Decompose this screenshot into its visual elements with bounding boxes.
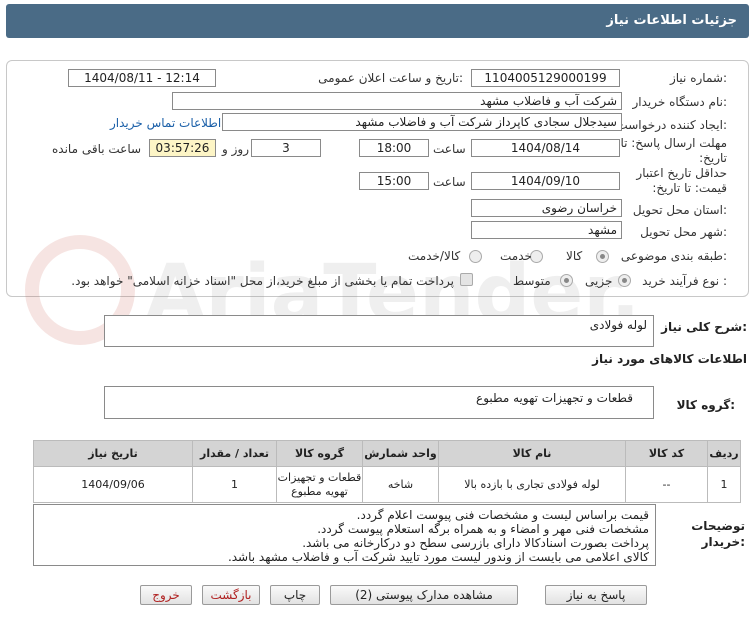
buyer-note-line: پرداخت بصورت اسنادکالا دارای بازرسی سطح … (302, 536, 649, 550)
attachments-button[interactable]: مشاهده مدارک پیوستی (2) (330, 585, 518, 605)
reply-date-field: 1404/08/14 (471, 139, 620, 157)
validity-time-field: 15:00 (359, 172, 429, 190)
category-option-goods: کالا (566, 249, 583, 263)
cell-date: 1404/09/06 (33, 466, 193, 503)
need-number-field: 1104005129000199 (471, 69, 620, 87)
remaining-time-field: 03:57:26 (149, 139, 216, 157)
validity-time-label: ساعت (433, 175, 466, 189)
validity-label: حداقل تاریخ اعتبار قیمت: تا تاریخ: (636, 166, 727, 195)
reply-time-field: 18:00 (359, 139, 429, 157)
payment-note: پرداخت تمام یا بخشی از مبلغ خرید،از محل … (71, 274, 454, 288)
cell-unit: شاخه (362, 466, 439, 503)
treasury-checkbox[interactable] (460, 273, 473, 286)
col-header-name: نام کالا (438, 440, 626, 467)
buyer-org-field: شرکت آب و فاضلاب مشهد (172, 92, 622, 110)
reply-button[interactable]: پاسخ به نیاز (545, 585, 647, 605)
back-button[interactable]: بازگشت (202, 585, 260, 605)
process-option-medium: متوسط (513, 274, 551, 288)
cell-name: لوله فولادی تجاری با بازده بالا (438, 466, 626, 503)
category-radio-goods[interactable] (596, 250, 609, 263)
col-header-group: گروه کالا (276, 440, 363, 467)
province-label: استان محل تحویل: (632, 203, 727, 217)
process-radio-minor[interactable] (618, 274, 631, 287)
category-radio-service[interactable] (530, 250, 543, 263)
validity-date-field: 1404/09/10 (471, 172, 620, 190)
col-header-qty: تعداد / مقدار (192, 440, 277, 467)
buyer-org-label: نام دستگاه خریدار: (632, 95, 728, 109)
exit-button[interactable]: خروج (140, 585, 192, 605)
province-field: خراسان رضوی (471, 199, 622, 217)
city-label: شهر محل تحویل: (640, 225, 727, 239)
goods-group-label: گروه کالا: (676, 398, 735, 412)
city-field: مشهد (471, 221, 622, 239)
category-radio-goods-service[interactable] (469, 250, 482, 263)
process-radio-medium[interactable] (560, 274, 573, 287)
contact-buyer-link[interactable]: اطلاعات تماس خریدار (110, 116, 221, 130)
reply-deadline-label: مهلت ارسال پاسخ: تا تاریخ: (620, 136, 727, 165)
days-field: 3 (251, 139, 321, 157)
category-label: طبقه بندی موضوعی: (620, 249, 727, 263)
description-field: لوله فولادی (104, 315, 654, 347)
category-option-goods-service: کالا/خدمت (408, 249, 461, 263)
print-button[interactable]: چاپ (270, 585, 320, 605)
col-header-unit: واحد شمارش (362, 440, 439, 467)
cell-qty: 1 (192, 466, 277, 503)
announce-label: تاریخ و ساعت اعلان عمومی: (318, 71, 463, 85)
cell-group: قطعات و تجهیزات تهویه مطبوع (276, 466, 363, 503)
remaining-label: ساعت باقی مانده (52, 142, 142, 156)
buyer-notes-label: توضیحات خریدار: (691, 519, 745, 549)
page-title: جزئیات اطلاعات نیاز (606, 13, 737, 28)
buyer-note-line: مشخصات فنی مهر و امضاء و به همراه برگه ا… (317, 522, 649, 536)
cell-code: -- (625, 466, 708, 503)
requester-label: ایجاد کننده درخواست: (616, 118, 727, 132)
buyer-notes-field: قیمت براساس لیست و مشخصات فنی پیوست اعلا… (33, 504, 656, 566)
buyer-note-line: قیمت براساس لیست و مشخصات فنی پیوست اعلا… (356, 508, 649, 522)
description-label: شرح کلی نیاز: (661, 320, 747, 334)
col-header-code: کد کالا (625, 440, 708, 467)
cell-row: 1 (707, 466, 741, 503)
items-table-header: ردیف کد کالا نام کالا واحد شمارش گروه کا… (33, 440, 741, 467)
col-header-date: تاریخ نیاز (33, 440, 193, 467)
announce-field: 1404/08/11 - 12:14 (68, 69, 216, 87)
days-label: روز و (222, 142, 249, 156)
requester-field: سیدجلال سجادی کاپرداز شرکت آب و فاضلاب م… (222, 113, 622, 131)
page-header: جزئیات اطلاعات نیاز (6, 4, 749, 38)
category-option-service: خدمت (500, 249, 532, 263)
col-header-row: ردیف (707, 440, 741, 467)
goods-section-title: اطلاعات کالاهای مورد نیاز (592, 352, 747, 366)
process-option-minor: جزیی (585, 274, 613, 288)
process-label: نوع فرآیند خرید : (642, 274, 727, 288)
reply-time-label: ساعت (433, 142, 466, 156)
buyer-note-line: کالای اعلامی می بایست از وندور لیست مورد… (227, 550, 649, 564)
items-table: ردیف کد کالا نام کالا واحد شمارش گروه کا… (33, 440, 741, 503)
goods-group-field: قطعات و تجهیزات تهویه مطبوع (104, 386, 654, 419)
need-number-label: شماره نیاز: (669, 71, 727, 85)
table-row: 1 -- لوله فولادی تجاری با بازده بالا شاخ… (33, 466, 741, 503)
